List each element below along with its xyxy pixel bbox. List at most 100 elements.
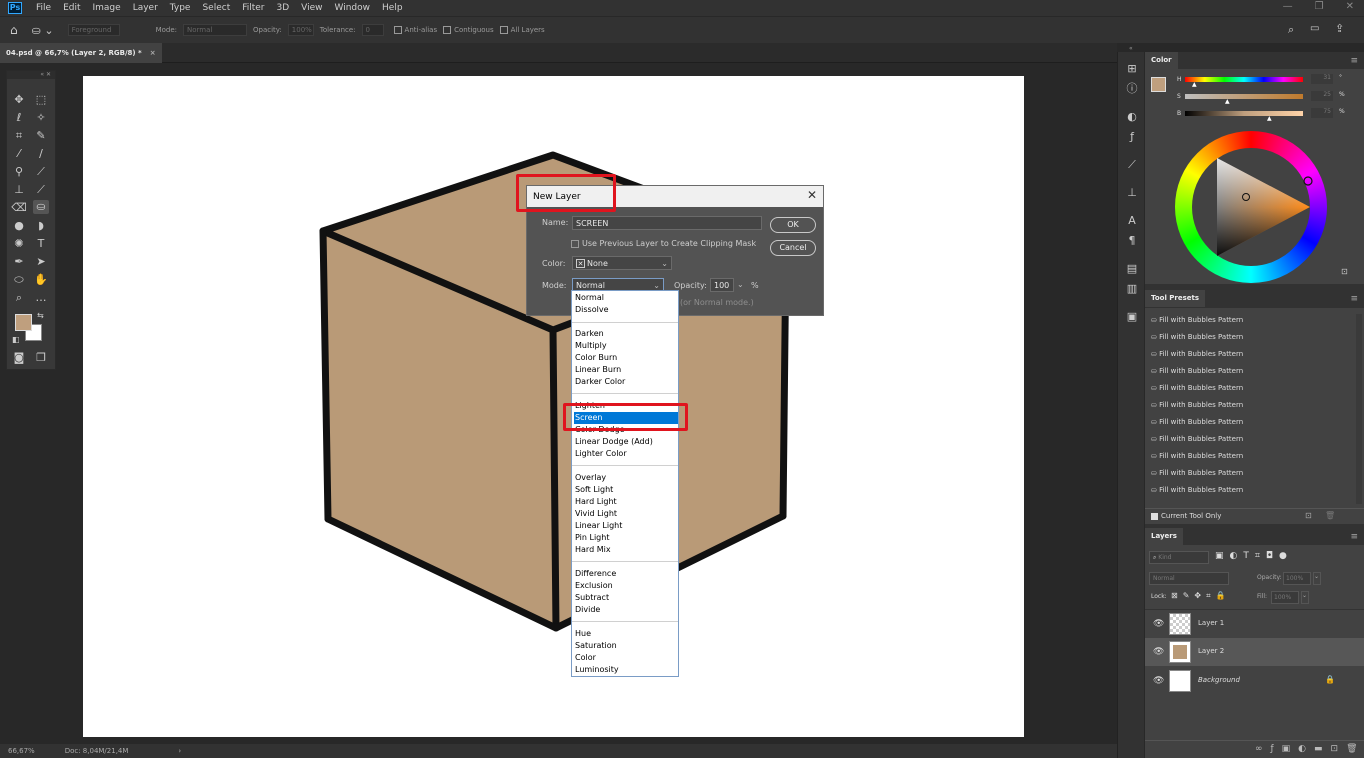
color-select[interactable]: ✕ None ⌄ <box>572 256 672 270</box>
zoom-tool-icon[interactable]: ⌕ <box>11 291 27 305</box>
fill-input[interactable]: 100% <box>1271 591 1299 604</box>
opacity-input[interactable]: 100 <box>710 278 734 292</box>
tool-preset-item[interactable]: ⛀ Fill with Bubbles Pattern <box>1151 348 1341 360</box>
paint-bucket-preset-icon[interactable]: ⛀ ⌄ <box>32 24 54 37</box>
glyphs-panel-icon[interactable]: ▤ <box>1124 262 1140 276</box>
path-selection-tool-icon[interactable]: ➤ <box>33 255 49 269</box>
blend-mode-option[interactable]: Saturation <box>574 640 678 652</box>
share-icon[interactable]: ⇪ <box>1335 22 1344 35</box>
hue-slider[interactable] <box>1185 77 1303 82</box>
foreground-color-swatch-top[interactable] <box>15 314 32 331</box>
stamp-tool-icon[interactable]: ⊥ <box>11 183 27 197</box>
layer-row[interactable]: 👁 Background 🔒 <box>1145 667 1364 695</box>
tolerance-input[interactable]: 0 <box>361 24 384 36</box>
adjustments-panel-icon[interactable]: ◐ <box>1124 110 1140 124</box>
toolbox-collapse-icon[interactable]: « ✕ <box>7 71 55 79</box>
blend-mode-option[interactable]: Darken <box>574 328 678 340</box>
properties-panel-icon[interactable]: ▥ <box>1124 282 1140 296</box>
eraser-tool-icon[interactable]: ⌫ <box>11 201 27 215</box>
blend-mode-option[interactable]: Lighter Color <box>574 448 678 460</box>
clone-stamp-tool-icon[interactable]: ⚲ <box>11 165 27 179</box>
blend-mode-option[interactable]: Color <box>574 652 678 664</box>
layer-opacity-input[interactable]: 100% <box>1283 572 1311 585</box>
dialog-close-icon[interactable]: ✕ <box>807 188 817 202</box>
blend-mode-option[interactable]: Darker Color <box>574 376 678 388</box>
blend-mode-option[interactable]: Hue <box>574 628 678 640</box>
menu-type[interactable]: Type <box>164 3 197 13</box>
shape-tool-icon[interactable]: ⬭ <box>11 273 27 287</box>
clipping-mask-checkbox[interactable]: Use Previous Layer to Create Clipping Ma… <box>571 239 756 248</box>
blend-mode-option[interactable]: Soft Light <box>574 484 678 496</box>
blend-mode-option[interactable]: Divide <box>574 604 678 616</box>
presets-scrollbar[interactable] <box>1356 314 1362 504</box>
opacity-input[interactable]: 100% <box>287 24 314 36</box>
blend-mode-option[interactable]: Subtract <box>574 592 678 604</box>
hue-value[interactable]: 31 <box>1311 74 1333 84</box>
swap-colors-icon[interactable]: ⇆ <box>37 311 44 320</box>
more-tools-icon[interactable]: … <box>33 291 49 305</box>
tool-preset-item[interactable]: ⛀ Fill with Bubbles Pattern <box>1151 365 1341 377</box>
workspace-icon[interactable]: ▭ <box>1310 23 1319 34</box>
all-layers-checkbox[interactable]: All Layers <box>499 26 545 34</box>
menu-select[interactable]: Select <box>196 3 236 13</box>
delete-preset-icon[interactable]: 🗑 <box>1325 511 1335 520</box>
info-panel-icon[interactable]: ⓘ <box>1124 82 1140 96</box>
brushes-panel-icon[interactable]: ⟋ <box>1124 158 1140 172</box>
sponge-tool-icon[interactable]: ✺ <box>11 237 27 251</box>
tool-preset-item[interactable]: ⛀ Fill with Bubbles Pattern <box>1151 433 1341 445</box>
tool-preset-item[interactable]: ⛀ Fill with Bubbles Pattern <box>1151 382 1341 394</box>
close-tab-icon[interactable]: × <box>150 49 156 57</box>
menu-3d[interactable]: 3D <box>271 3 296 13</box>
tool-preset-item[interactable]: ⛀ Fill with Bubbles Pattern <box>1151 467 1341 479</box>
color-panel-menu-icon[interactable]: ≡ <box>1350 56 1358 66</box>
history-brush-tool-icon[interactable]: ⟋ <box>33 165 49 179</box>
styles-panel-icon[interactable]: ƒ <box>1124 130 1140 144</box>
fill-source-select[interactable]: Foreground <box>67 24 120 36</box>
eye-icon[interactable]: 👁 <box>1153 619 1164 629</box>
anti-alias-checkbox[interactable]: Anti-alias <box>393 26 437 34</box>
tool-presets-tab[interactable]: Tool Presets <box>1145 290 1206 307</box>
layer-row[interactable]: 👁 Layer 1 <box>1145 609 1364 637</box>
layer-filter-icons[interactable]: ▣◐T⌗◘● <box>1215 551 1293 561</box>
menu-edit[interactable]: Edit <box>57 3 86 13</box>
brightness-value[interactable]: 75 <box>1311 108 1333 118</box>
blur-tool-icon[interactable]: ● <box>11 219 27 233</box>
blend-mode-option[interactable]: Dissolve <box>574 304 678 316</box>
eyedropper-tool-icon[interactable]: ✎ <box>33 129 49 143</box>
cancel-button[interactable]: Cancel <box>770 240 816 256</box>
screen-mode-icon[interactable]: ❐ <box>33 351 49 365</box>
tool-preset-item[interactable]: ⛀ Fill with Bubbles Pattern <box>1151 450 1341 462</box>
ok-button[interactable]: OK <box>770 217 816 233</box>
new-preset-icon[interactable]: ⊡ <box>1305 511 1312 520</box>
tool-presets-menu-icon[interactable]: ≡ <box>1350 294 1358 304</box>
menu-layer[interactable]: Layer <box>127 3 164 13</box>
blend-mode-option[interactable]: Luminosity <box>574 664 678 676</box>
minimize-icon[interactable]: — <box>1283 1 1293 12</box>
color-swatch[interactable] <box>1151 77 1166 92</box>
blend-mode-option[interactable]: Linear Burn <box>574 364 678 376</box>
current-tool-only-checkbox[interactable]: Current Tool Only <box>1151 512 1221 520</box>
blend-mode-option[interactable]: Difference <box>574 568 678 580</box>
brightness-slider[interactable] <box>1185 111 1303 116</box>
tool-preset-item[interactable]: ⛀ Fill with Bubbles Pattern <box>1151 416 1341 428</box>
close-window-icon[interactable]: ✕ <box>1346 1 1354 12</box>
blend-mode-option[interactable]: Linear Light <box>574 520 678 532</box>
hand-tool-icon[interactable]: ✋ <box>33 273 49 287</box>
zoom-level[interactable]: 66,67% <box>8 747 35 755</box>
quick-mask-icon[interactable]: ◙ <box>11 351 27 365</box>
opacity-dropdown-icon[interactable]: ⌄ <box>737 280 744 289</box>
blend-mode-option[interactable]: Hard Mix <box>574 544 678 556</box>
eye-icon[interactable]: 👁 <box>1153 647 1164 657</box>
eye-icon[interactable]: 👁 <box>1153 676 1164 686</box>
menu-filter[interactable]: Filter <box>236 3 270 13</box>
blend-mode-option[interactable]: Linear Dodge (Add) <box>574 436 678 448</box>
contiguous-checkbox[interactable]: Contiguous <box>443 26 494 34</box>
search-icon[interactable]: ⌕ <box>1288 23 1294 37</box>
saturation-slider[interactable] <box>1185 94 1303 99</box>
default-colors-icon[interactable]: ◧ <box>12 335 20 344</box>
color-panel-tab[interactable]: Color <box>1145 52 1178 69</box>
blend-mode-option[interactable]: Vivid Light <box>574 508 678 520</box>
character-panel-icon[interactable]: A <box>1124 214 1140 228</box>
layer-name[interactable]: Background <box>1198 676 1240 684</box>
blend-mode-option[interactable]: Normal <box>574 292 678 304</box>
